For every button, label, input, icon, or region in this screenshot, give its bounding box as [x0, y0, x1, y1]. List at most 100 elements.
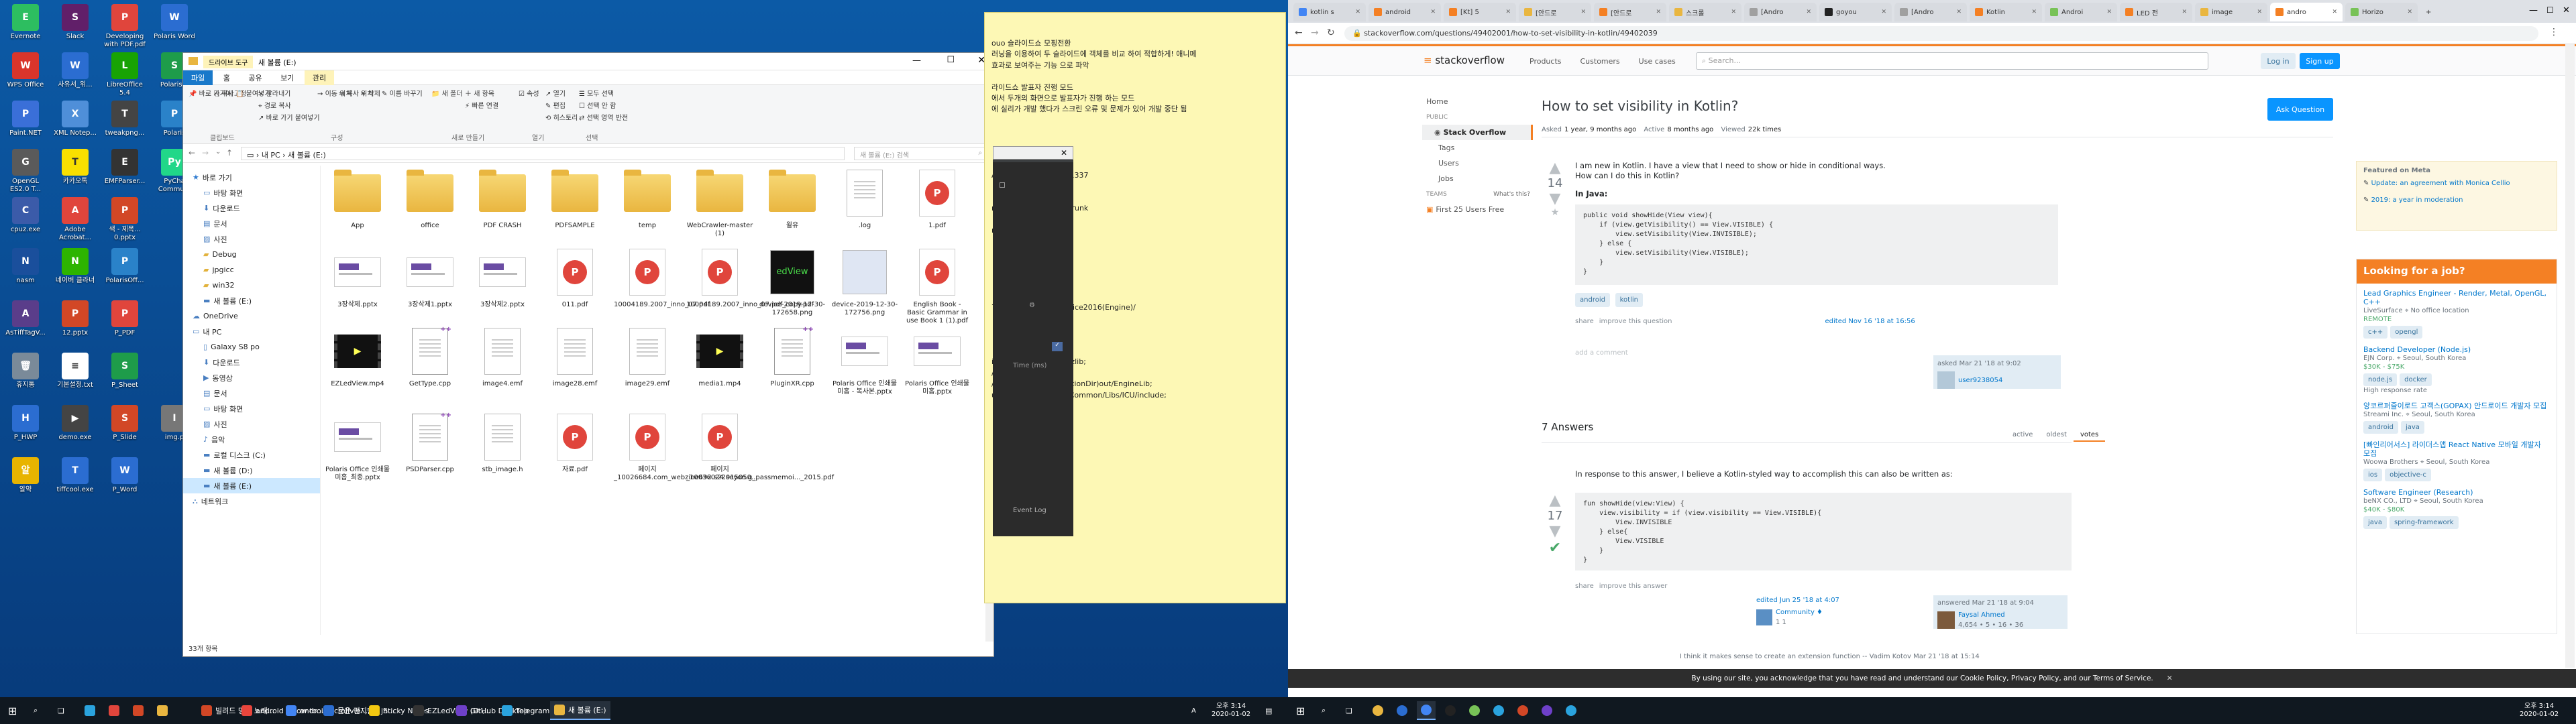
taskbar-app[interactable]: 새 볼륨 (E:): [550, 701, 610, 720]
breadcrumb-drive[interactable]: 새 볼륨 (E:): [288, 151, 326, 160]
file-item[interactable]: P 자료.pdf: [541, 411, 608, 474]
file-item[interactable]: 3장삭제.pptx: [324, 246, 391, 309]
file-item[interactable]: P English Book - Basic Grammar in use Boo…: [904, 246, 971, 325]
file-item[interactable]: office: [396, 167, 464, 230]
job-tag[interactable]: ios: [2363, 469, 2383, 481]
tree-item[interactable]: ⛬ 네트워크: [183, 493, 320, 509]
close-tab-icon[interactable]: ✕: [2031, 9, 2037, 15]
ribbon-button[interactable]: ⌖ 경로 복사: [258, 100, 291, 110]
job-tag[interactable]: java: [2363, 516, 2387, 529]
so-logo[interactable]: ≡ stackoverflow: [1424, 54, 1505, 66]
close-tab-icon[interactable]: ✕: [1505, 9, 1511, 15]
new-tab-button[interactable]: +: [2420, 3, 2436, 21]
search-icon[interactable]: ⌕: [30, 701, 42, 720]
tree-item[interactable]: ▬ 새 볼륨 (D:): [183, 463, 320, 478]
search-input[interactable]: 새 볼륨 (E:) 검색 ⌕: [854, 147, 988, 160]
tree-item[interactable]: ▬ 새 볼륨 (E:): [183, 293, 320, 308]
file-item[interactable]: stb_image.h: [469, 411, 536, 474]
desktop-shortcut[interactable]: 🗑 휴지통: [4, 353, 47, 389]
job-listing[interactable]: Backend Developer (Node.js) EJN Corp. ⌖ S…: [2363, 345, 2550, 395]
task-view-icon[interactable]: ❏: [54, 701, 68, 720]
start-button[interactable]: ⊞: [4, 701, 21, 720]
share-link[interactable]: share: [1575, 316, 1594, 326]
pinned-app-icon[interactable]: [80, 701, 99, 720]
sort-active[interactable]: active: [2006, 429, 2039, 442]
ribbon-button[interactable]: ⟲ 히스토리: [545, 112, 578, 122]
close-tab-icon[interactable]: ✕: [1731, 9, 1736, 15]
pinned-app-icon[interactable]: [1465, 701, 1484, 720]
ribbon-button[interactable]: ☰ 모두 선택: [579, 88, 614, 98]
close-tab-icon[interactable]: ✕: [2257, 9, 2262, 15]
job-listing[interactable]: 앙코르퍼즐이로드 고객스(GOPAX) 안드로이드 개발자 모집 Streami …: [2363, 402, 2550, 434]
desktop-shortcut[interactable]: N 네이버 클라너: [54, 248, 97, 285]
address-bar[interactable]: ▭ › 내 PC › 새 볼륨 (E:): [241, 147, 845, 160]
task-view-icon[interactable]: ❏: [1342, 701, 1356, 720]
clock[interactable]: 오후 3:14 2020-01-02: [1208, 701, 1254, 720]
improve-link[interactable]: improve this answer: [1599, 581, 1668, 591]
pinned-app-icon[interactable]: [1489, 701, 1508, 720]
question-title[interactable]: How to set visibility in Kotlin?: [1542, 98, 1738, 114]
file-item[interactable]: PDF CRASH: [469, 167, 536, 230]
desktop-shortcut[interactable]: P Paint.NET: [4, 101, 47, 137]
tree-item[interactable]: ▤ 문서: [183, 216, 320, 231]
sidebar-jobs[interactable]: Jobs: [1422, 171, 1533, 186]
tree-item[interactable]: ▭ 바탕 화면: [183, 185, 320, 200]
tree-item[interactable]: ▭ 바탕 화면: [183, 401, 320, 416]
tree-item[interactable]: ▬ 새 볼륨 (E:): [183, 478, 320, 493]
file-item[interactable]: Polaris Office 인쇄물 미흡_최종.pptx: [324, 411, 391, 482]
close-icon[interactable]: ✕: [2167, 674, 2173, 682]
ask-question-button[interactable]: Ask Question: [2267, 98, 2333, 121]
tree-item[interactable]: ⬇ 다운로드: [183, 200, 320, 216]
ribbon-button[interactable]: ✎ 이름 바꾸기: [382, 88, 423, 98]
file-item[interactable]: image4.emf: [469, 325, 536, 388]
job-listing[interactable]: [빠인리어서스] 라이더스앱 React Native 모바일 개발자 모집 Wo…: [2363, 440, 2550, 481]
desktop-shortcut[interactable]: P P_PDF: [103, 300, 146, 337]
so-search-input[interactable]: ⌕ Search...: [1696, 52, 2208, 70]
file-item[interactable]: P 011.pdf: [541, 246, 608, 309]
close-tab-icon[interactable]: ✕: [1806, 9, 1811, 15]
pinned-app-icon[interactable]: [1441, 701, 1460, 720]
maximize-icon[interactable]: ☐: [947, 55, 955, 65]
tree-item[interactable]: ▰ jpgicc: [183, 262, 320, 278]
tree-item[interactable]: ▯ Galaxy S8 po: [183, 339, 320, 355]
job-listing[interactable]: Software Engineer (Research) beNX CO., LT…: [2363, 488, 2550, 529]
gear-icon[interactable]: ⚙: [1029, 302, 1041, 310]
browser-tab[interactable]: 스크롤 ✕: [1669, 3, 1741, 21]
tree-item[interactable]: ▨ 사진: [183, 231, 320, 247]
tree-item[interactable]: ♪ 음악: [183, 432, 320, 447]
file-item[interactable]: ++ PluginXR.cpp: [759, 325, 826, 388]
pinned-app-icon[interactable]: [1538, 701, 1556, 720]
signup-button[interactable]: Sign up: [2300, 53, 2340, 69]
up-arrow-icon[interactable]: ↑: [226, 148, 233, 158]
nav-customers[interactable]: Customers: [1580, 57, 1620, 66]
back-arrow-icon[interactable]: ←: [1295, 27, 1303, 38]
file-item[interactable]: ++ GetType.cpp: [396, 325, 464, 388]
file-item[interactable]: ▶ EZLedView.mp4: [324, 325, 391, 388]
tag-android[interactable]: android: [1575, 293, 1610, 307]
sidebar-tags[interactable]: Tags: [1422, 140, 1533, 156]
ribbon-button[interactable]: ⇄ 선택 영역 반전: [579, 112, 628, 122]
desktop-shortcut[interactable]: S P_Slide: [103, 405, 146, 442]
file-item[interactable]: P 페이지_10026684.com_webzine692.s22015050..…: [614, 411, 758, 482]
browser-tab[interactable]: Androi ✕: [2045, 3, 2117, 21]
job-title[interactable]: [빠인리어서스] 라이더스앱 React Native 모바일 개발자 모집: [2363, 440, 2550, 458]
browser-tab[interactable]: [Andro ✕: [1744, 3, 1817, 21]
tree-item[interactable]: ▭ 내 PC: [183, 324, 320, 339]
ribbon-button[interactable]: ☑ 속성: [519, 88, 539, 98]
file-item[interactable]: App: [324, 167, 391, 230]
browser-tab[interactable]: android ✕: [1368, 3, 1441, 21]
browser-tab[interactable]: kotlin s ✕: [1293, 3, 1366, 21]
minimize-icon[interactable]: —: [2529, 5, 2538, 15]
browser-tab[interactable]: [안드로 ✕: [1519, 3, 1591, 21]
edited-link[interactable]: edited Nov 16 '18 at 16:56: [1825, 316, 1915, 326]
file-item[interactable]: 3장삭제2.pptx: [469, 246, 536, 309]
close-tab-icon[interactable]: ✕: [1580, 9, 1586, 15]
browser-tab[interactable]: LED 전 ✕: [2120, 3, 2192, 21]
bookmark-icon[interactable]: ★: [1542, 207, 1568, 218]
back-arrow-icon[interactable]: ←: [189, 148, 195, 158]
close-icon[interactable]: ✕: [2563, 5, 2570, 15]
desktop-shortcut[interactable]: L LibreOffice 5.4: [103, 52, 146, 97]
editor-name[interactable]: Community ♦: [1776, 607, 1823, 617]
file-item[interactable]: image28.emf: [541, 325, 608, 388]
sidebar-home[interactable]: Home: [1422, 94, 1533, 109]
